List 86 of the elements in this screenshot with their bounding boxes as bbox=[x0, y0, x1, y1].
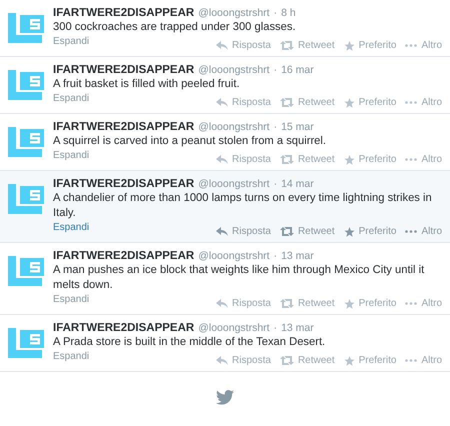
more-icon bbox=[405, 44, 418, 47]
more-icon bbox=[405, 230, 418, 233]
tweet-action[interactable]: Retweet bbox=[280, 97, 335, 108]
author-handle: @looongstrshrt bbox=[198, 64, 270, 76]
star-icon bbox=[344, 40, 355, 50]
retweet-icon bbox=[280, 41, 294, 50]
expand-link[interactable]: Espandi bbox=[53, 36, 90, 47]
tweet-action[interactable]: Altro bbox=[405, 355, 442, 366]
tweet-action[interactable]: Retweet bbox=[280, 298, 335, 309]
author-name[interactable]: IFARTWERE2DISAPPEAR bbox=[53, 178, 194, 190]
expand-link[interactable]: Espandi bbox=[53, 294, 90, 305]
author-name[interactable]: IFARTWERE2DISAPPEAR bbox=[53, 64, 194, 76]
more-icon bbox=[405, 359, 418, 362]
more-icon bbox=[405, 302, 418, 305]
retweet-icon bbox=[280, 98, 294, 107]
author-handle: @looongstrshrt bbox=[198, 7, 270, 19]
star-icon bbox=[344, 98, 355, 108]
tweet-action[interactable]: Altro bbox=[405, 154, 442, 165]
reply-icon bbox=[216, 356, 228, 365]
author-name[interactable]: IFARTWERE2DISAPPEAR bbox=[53, 250, 194, 262]
tweet-action[interactable]: Retweet bbox=[280, 226, 335, 237]
tweet-time[interactable]: 13 mar bbox=[281, 250, 314, 262]
tweet-time[interactable]: 16 mar bbox=[281, 64, 314, 76]
tweet-action[interactable]: Preferito bbox=[344, 226, 396, 237]
author-handle: @looongstrshrt bbox=[198, 250, 270, 262]
reply-icon bbox=[216, 227, 228, 236]
tweet-action[interactable]: Preferito bbox=[344, 154, 396, 165]
tweet-time[interactable]: 15 mar bbox=[281, 121, 314, 133]
tweet-text: 300 cockroaches are trapped under 300 glasses. bbox=[53, 20, 297, 35]
tweet-action[interactable]: Altro bbox=[405, 226, 442, 237]
reply-icon bbox=[216, 155, 228, 164]
star-icon bbox=[344, 226, 355, 236]
retweet-icon bbox=[280, 299, 294, 308]
tweet-action[interactable]: Preferito bbox=[344, 355, 396, 366]
reply-icon bbox=[216, 299, 228, 308]
tweet-text: A man pushes an ice block that weights like him through Mexico City until it melts down. bbox=[53, 263, 426, 293]
tweet-action[interactable]: Risposta bbox=[216, 97, 271, 108]
tweet-action[interactable]: Preferito bbox=[344, 40, 396, 51]
reply-icon bbox=[216, 41, 228, 50]
tweet-action[interactable]: Altro bbox=[405, 97, 442, 108]
tweet-action[interactable]: Risposta bbox=[216, 298, 271, 309]
star-icon bbox=[344, 298, 355, 308]
more-icon bbox=[405, 101, 418, 104]
author-name[interactable]: IFARTWERE2DISAPPEAR bbox=[53, 7, 194, 19]
expand-link[interactable]: Espandi bbox=[53, 222, 90, 233]
more-icon bbox=[405, 158, 418, 161]
bird-icon bbox=[216, 390, 234, 405]
tweet-action[interactable]: Preferito bbox=[344, 298, 396, 309]
tweet-time[interactable]: 13 mar bbox=[281, 322, 314, 334]
separator-dot: · bbox=[274, 178, 278, 190]
author-handle: @looongstrshrt bbox=[198, 322, 270, 334]
expand-link[interactable]: Espandi bbox=[53, 351, 90, 362]
tweet-action[interactable]: Risposta bbox=[216, 40, 271, 51]
author-name[interactable]: IFARTWERE2DISAPPEAR bbox=[53, 322, 194, 334]
tweet-time[interactable]: 8 h bbox=[281, 7, 296, 19]
tweet-text: A fruit basket is filled with peeled fruit. bbox=[53, 77, 241, 92]
tweet-action[interactable]: Risposta bbox=[216, 154, 271, 165]
expand-link[interactable]: Espandi bbox=[53, 150, 90, 161]
separator-dot: · bbox=[274, 121, 278, 133]
tweet-text: A Prada store is built in the middle of the Texan Desert. bbox=[53, 335, 326, 350]
tweet-action[interactable]: Retweet bbox=[280, 355, 335, 366]
tweet-action[interactable]: Risposta bbox=[216, 355, 271, 366]
separator-dot: · bbox=[274, 322, 278, 334]
tweet-text: A squirrel is carved into a peanut stolen from a squirrel. bbox=[53, 134, 327, 149]
author-handle: @looongstrshrt bbox=[198, 121, 270, 133]
tweet-action[interactable]: Retweet bbox=[280, 154, 335, 165]
tweet-action[interactable]: Altro bbox=[405, 298, 442, 309]
retweet-icon bbox=[280, 227, 294, 236]
tweet-card[interactable]: IFARTWERE2DISAPPEAR @looongstrshrt · 14 mar A chandelier of more than 1000 lamps turns on every time lightning strikes in Italy. Espandi Risposta Retweet Preferito Altro bbox=[0, 171, 450, 243]
tweet-action[interactable]: Altro bbox=[405, 40, 442, 51]
retweet-icon bbox=[280, 356, 294, 365]
reply-icon bbox=[216, 98, 228, 107]
expand-link[interactable]: Espandi bbox=[53, 93, 90, 104]
tweet-action[interactable]: Risposta bbox=[216, 226, 271, 237]
retweet-icon bbox=[280, 155, 294, 164]
star-icon bbox=[344, 154, 355, 164]
author-handle: @looongstrshrt bbox=[198, 178, 270, 190]
separator-dot: · bbox=[274, 64, 278, 76]
tweet-action[interactable]: Retweet bbox=[280, 40, 335, 51]
separator-dot: · bbox=[274, 7, 278, 19]
star-icon bbox=[344, 356, 355, 366]
author-name[interactable]: IFARTWERE2DISAPPEAR bbox=[53, 121, 194, 133]
tweet-time[interactable]: 14 mar bbox=[281, 178, 314, 190]
tweet-text: A chandelier of more than 1000 lamps turns on every time lightning strikes in Italy. bbox=[53, 191, 433, 221]
tweet-action[interactable]: Preferito bbox=[344, 97, 396, 108]
separator-dot: · bbox=[274, 250, 278, 262]
